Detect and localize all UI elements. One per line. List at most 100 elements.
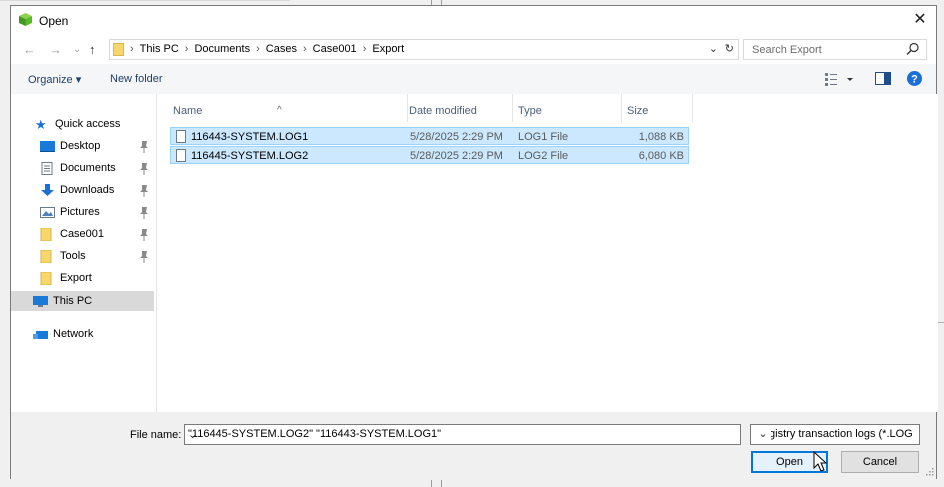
navigation-bar: ← → ⌄ ↑ › This PC › Documents › Cases › … — [11, 36, 936, 64]
help-icon[interactable]: ? — [907, 71, 922, 86]
network-icon — [33, 330, 48, 339]
file-type-value: Registry transaction logs (*.LOG — [755, 428, 913, 440]
file-type-select[interactable]: Registry transaction logs (*.LOG ⌄ — [750, 424, 920, 445]
file-row[interactable]: 116443-SYSTEM.LOG1 5/28/2025 2:29 PM LOG… — [170, 127, 689, 145]
nav-label: Documents — [60, 162, 116, 174]
recent-locations-chevron-icon[interactable]: ⌄ — [73, 44, 81, 55]
preview-pane-icon[interactable] — [875, 72, 891, 85]
organize-button[interactable]: Organize ▾ — [28, 73, 81, 86]
nav-item-documents[interactable]: Documents — [40, 158, 116, 178]
nav-network[interactable]: Network — [33, 324, 93, 344]
background-divider — [937, 322, 944, 323]
breadcrumb-separator: › — [184, 43, 189, 55]
column-header-size[interactable]: Size — [622, 94, 692, 122]
resize-grip-icon[interactable] — [926, 468, 934, 476]
nav-item-tools[interactable]: Tools — [40, 246, 86, 266]
breadcrumb-documents[interactable]: Documents — [194, 43, 250, 55]
nav-item-pictures[interactable]: Pictures — [40, 202, 100, 222]
file-name: 116443-SYSTEM.LOG1 — [191, 131, 309, 143]
file-date: 5/28/2025 2:29 PM — [410, 150, 503, 162]
column-header-name[interactable]: Name ^ — [157, 94, 407, 122]
background-divider — [431, 480, 432, 487]
file-size: 1,088 KB — [638, 131, 684, 143]
nav-item-export[interactable]: Export — [40, 268, 92, 288]
nav-quick-access[interactable]: ★ Quick access — [35, 114, 120, 134]
breadcrumb-case001[interactable]: Case001 — [313, 43, 357, 55]
nav-label: This PC — [53, 295, 93, 307]
breadcrumb-this-pc[interactable]: This PC — [140, 43, 179, 55]
nav-label: Downloads — [60, 184, 115, 196]
nav-label: Case001 — [60, 228, 105, 240]
up-arrow-icon[interactable]: ↑ — [89, 42, 96, 57]
dialog-footer: File name: "116445-SYSTEM.LOG2" "116443-… — [11, 412, 936, 480]
open-dialog: Open ✕ ← → ⌄ ↑ › This PC › Documents › C… — [10, 5, 938, 480]
folder-icon — [40, 249, 52, 263]
column-header-type[interactable]: Type — [513, 94, 621, 122]
forward-arrow-icon[interactable]: → — [49, 42, 62, 57]
file-name-input[interactable]: "116445-SYSTEM.LOG2" "116443-SYSTEM.LOG1… — [184, 424, 741, 445]
cancel-button[interactable]: Cancel — [841, 451, 919, 473]
pin-icon[interactable] — [139, 163, 149, 175]
file-type: LOG2 File — [518, 150, 569, 162]
file-type: LOG1 File — [518, 131, 569, 143]
background-divider — [441, 480, 442, 487]
pin-icon[interactable] — [139, 141, 149, 153]
breadcrumb-separator: › — [130, 43, 134, 55]
file-icon — [176, 130, 186, 143]
change-view-icon[interactable] — [825, 72, 855, 86]
column-header-date[interactable]: Date modified — [408, 94, 512, 122]
close-button[interactable]: ✕ — [910, 10, 930, 30]
breadcrumb-export[interactable]: Export — [372, 43, 404, 55]
refresh-icon[interactable]: ↻ — [725, 42, 734, 55]
documents-icon — [41, 161, 53, 175]
star-icon: ★ — [35, 116, 47, 132]
sort-ascending-icon: ^ — [277, 105, 282, 116]
computer-icon — [33, 295, 48, 307]
chevron-down-icon[interactable]: ⌄ — [188, 428, 736, 441]
folder-icon — [113, 43, 124, 56]
column-label: Type — [518, 105, 542, 117]
desktop-icon — [40, 140, 55, 152]
nav-label: Tools — [60, 250, 86, 262]
file-name-label: File name: — [130, 429, 182, 441]
file-size: 6,080 KB — [638, 150, 684, 162]
breadcrumb: › This PC › Documents › Cases › Case001 … — [130, 43, 410, 55]
title-bar: Open ✕ — [11, 6, 936, 36]
address-bar[interactable]: › This PC › Documents › Cases › Case001 … — [109, 39, 739, 60]
nav-label: Desktop — [60, 140, 101, 152]
nav-label: Pictures — [60, 206, 100, 218]
breadcrumb-separator: › — [362, 43, 367, 55]
window-title: Open — [39, 14, 69, 28]
nav-item-desktop[interactable]: Desktop — [40, 136, 100, 156]
file-date: 5/28/2025 2:29 PM — [410, 131, 503, 143]
nav-item-case001[interactable]: Case001 — [40, 224, 104, 244]
folder-icon — [40, 227, 52, 241]
chevron-down-icon[interactable]: ⌄ — [755, 425, 771, 444]
pin-icon[interactable] — [139, 207, 149, 219]
download-arrow-icon — [41, 183, 54, 196]
new-folder-button[interactable]: New folder — [110, 73, 163, 85]
pin-icon[interactable] — [139, 185, 149, 197]
column-label: Size — [627, 105, 649, 117]
nav-this-pc[interactable]: This PC — [11, 291, 154, 311]
pin-icon[interactable] — [139, 251, 149, 263]
pin-icon[interactable] — [139, 229, 149, 241]
breadcrumb-cases[interactable]: Cases — [266, 43, 297, 55]
address-dropdown-icon[interactable]: ⌄ — [709, 42, 718, 55]
column-label: Date modified — [409, 105, 477, 117]
nav-label: Export — [60, 272, 92, 284]
nav-label: Network — [53, 328, 94, 340]
search-placeholder: Search Export — [752, 44, 822, 56]
search-box[interactable]: Search Export — [743, 39, 927, 60]
close-icon: ✕ — [913, 11, 927, 28]
file-row[interactable]: 116445-SYSTEM.LOG2 5/28/2025 2:29 PM LOG… — [170, 146, 689, 164]
file-name: 116445-SYSTEM.LOG2 — [191, 150, 309, 162]
folder-icon — [40, 271, 52, 285]
file-list: Name ^ Date modified Type Size 116443-SY… — [156, 94, 938, 412]
column-divider[interactable] — [692, 94, 693, 122]
breadcrumb-separator: › — [256, 43, 260, 55]
nav-label: Quick access — [55, 118, 121, 130]
back-arrow-icon[interactable]: ← — [23, 42, 36, 57]
mouse-cursor-icon — [813, 451, 827, 472]
nav-item-downloads[interactable]: Downloads — [40, 180, 114, 200]
